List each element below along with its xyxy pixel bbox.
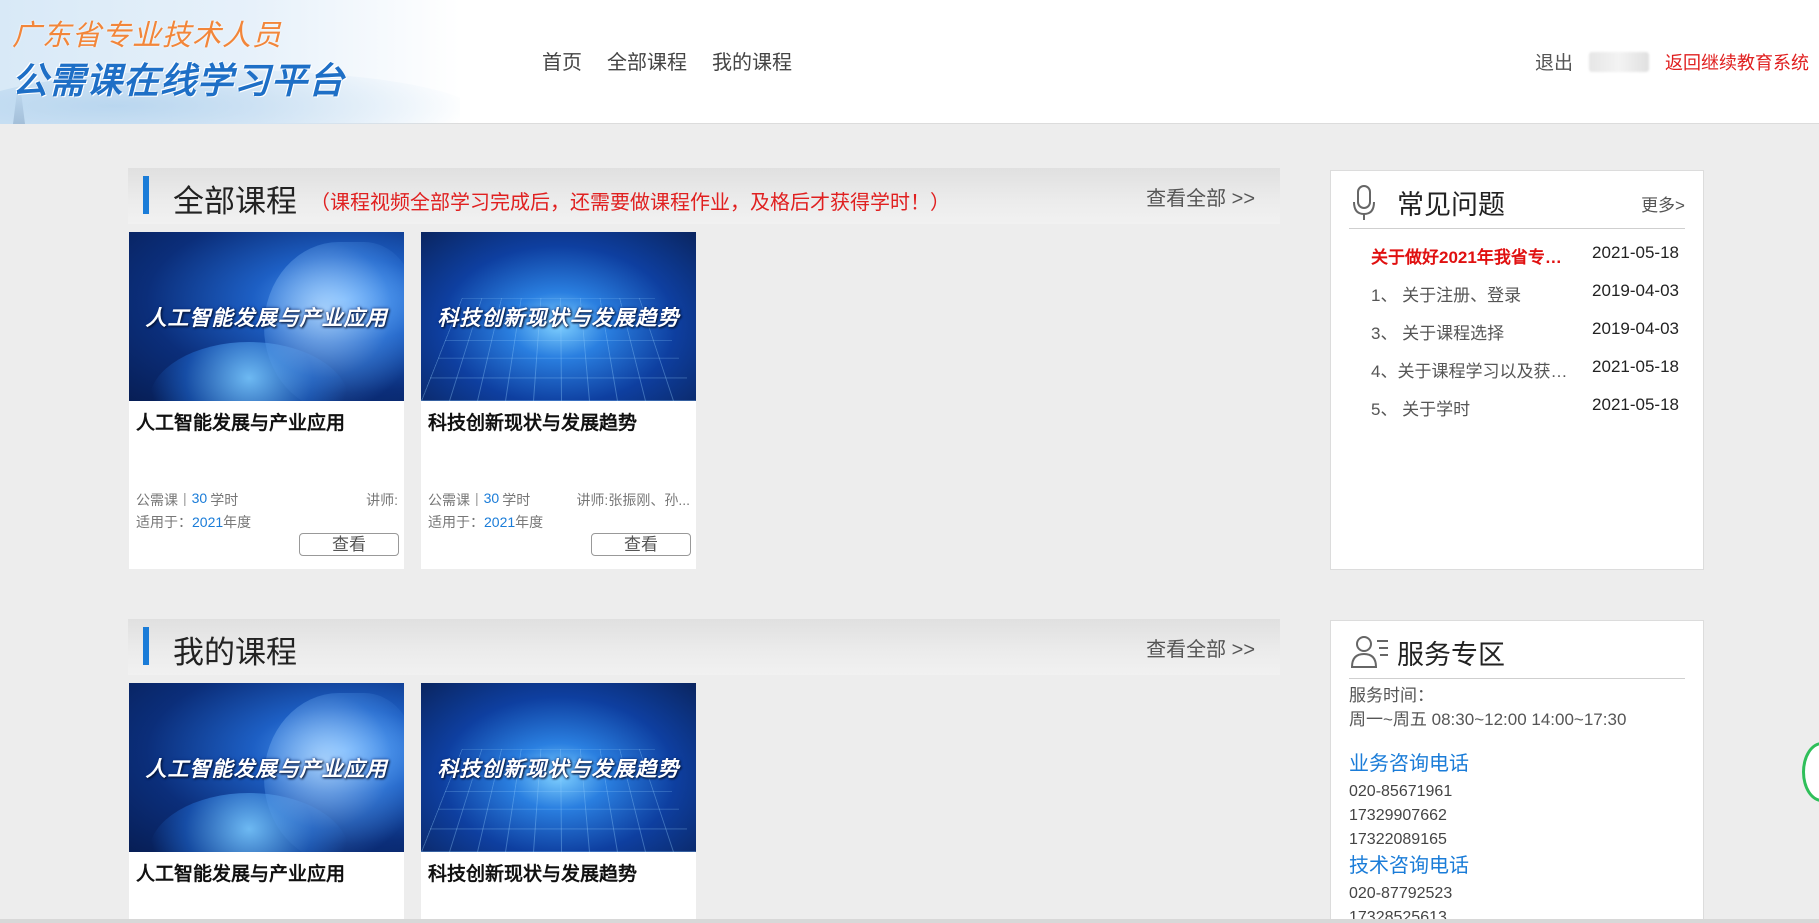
thumbnail-title: 科技创新现状与发展趋势 — [437, 307, 680, 330]
faq-question[interactable]: 关于做好2021年我省专业技术人员公需课 — [1371, 243, 1571, 281]
service-panel: 服务专区 服务时间： 周一~周五 08:30~12:00 14:00~17:30… — [1330, 620, 1704, 923]
person-list-icon — [1351, 636, 1388, 668]
year-value: 2021 — [484, 514, 516, 530]
view-course-button[interactable]: 查看 — [299, 533, 399, 556]
service-time-value: 周一~周五 08:30~12:00 14:00~17:30 — [1349, 710, 1627, 729]
my-courses-view-all-link[interactable]: 查看全部 >> — [1146, 633, 1255, 662]
course-meta: 公需课 | 30 学时 讲师:张振刚、孙... — [428, 490, 690, 510]
course-teacher: 讲师:张振刚、孙... — [576, 492, 690, 508]
course-year: 适用于：2021年度 — [136, 512, 251, 532]
course-thumbnail[interactable]: 科技创新现状与发展趋势 — [421, 232, 696, 401]
course-hours: 30 — [191, 490, 208, 506]
service-header: 服务专区 — [1349, 621, 1685, 679]
meta-separator: | — [183, 490, 187, 506]
course-meta: 公需课 | 30 学时 讲师: — [136, 490, 398, 510]
logo-subtitle: 广东省专业技术人员 — [12, 20, 283, 52]
business-phone-heading: 业务咨询电话 — [1349, 753, 1469, 775]
user-area: 退出 返回继续教育系统 — [1535, 48, 1809, 75]
microphone-icon — [1353, 185, 1375, 220]
course-type: 公需课 — [428, 492, 470, 508]
faq-item[interactable]: 3、 关于课程选择 2019-04-03 — [1371, 319, 1679, 357]
username-blurred[interactable] — [1589, 51, 1649, 72]
all-courses-header: 全部课程 （课程视频全部学习完成后，还需要做课程作业，及格后才获得学时！） 查看… — [128, 168, 1280, 224]
year-unit: 年度 — [515, 514, 544, 530]
floating-widget-button[interactable] — [1802, 742, 1819, 802]
faq-question[interactable]: 4、关于课程学习以及获得学时 — [1371, 357, 1571, 395]
thumbnail-title: 科技创新现状与发展趋势 — [437, 758, 680, 781]
faq-date: 2021-05-18 — [1592, 243, 1679, 262]
business-phone: 020-85671961 — [1349, 783, 1453, 800]
all-courses-view-all-link[interactable]: 查看全部 >> — [1146, 182, 1255, 211]
service-time-label: 服务时间： — [1349, 686, 1434, 705]
header: 广东省专业技术人员 公需课在线学习平台 首页 全部课程 我的课程 退出 返回继续… — [0, 0, 1819, 124]
course-name[interactable]: 科技创新现状与发展趋势 — [428, 859, 637, 886]
course-teacher: 讲师: — [366, 492, 398, 508]
faq-item[interactable]: 5、 关于学时 2021-05-18 — [1371, 395, 1679, 433]
page-bottom-border — [0, 919, 1819, 923]
all-courses-notice: （课程视频全部学习完成后，还需要做课程作业，及格后才获得学时！） — [310, 192, 950, 214]
my-course-card-ai[interactable]: 人工智能发展与产业应用 人工智能发展与产业应用 — [129, 683, 404, 923]
site-logo[interactable]: 广东省专业技术人员 公需课在线学习平台 — [0, 0, 460, 124]
faq-question[interactable]: 3、 关于课程选择 — [1371, 319, 1571, 357]
thumbnail-title: 人工智能发展与产业应用 — [145, 758, 388, 781]
all-courses-title: 全部课程 — [173, 184, 297, 219]
logout-link[interactable]: 退出 — [1535, 48, 1573, 75]
course-name[interactable]: 人工智能发展与产业应用 — [136, 859, 345, 886]
nav-all-courses[interactable]: 全部课程 — [607, 46, 687, 75]
course-thumbnail[interactable]: 科技创新现状与发展趋势 — [421, 683, 696, 852]
business-phone: 17322089165 — [1349, 831, 1447, 848]
course-name[interactable]: 人工智能发展与产业应用 — [136, 408, 345, 435]
my-courses-title: 我的课程 — [173, 635, 297, 670]
course-hours: 30 — [483, 490, 500, 506]
thumbnail-title: 人工智能发展与产业应用 — [145, 307, 388, 330]
course-name[interactable]: 科技创新现状与发展趋势 — [428, 408, 637, 435]
faq-panel: 常见问题 更多> 关于做好2021年我省专业技术人员公需课 2021-05-18… — [1330, 170, 1704, 570]
faq-item[interactable]: 关于做好2021年我省专业技术人员公需课 2021-05-18 — [1371, 243, 1679, 281]
tech-phone-heading: 技术咨询电话 — [1349, 855, 1469, 877]
course-hours-unit: 学时 — [502, 492, 531, 508]
tech-phone: 020-87792523 — [1349, 885, 1453, 902]
faq-item[interactable]: 4、关于课程学习以及获得学时 2021-05-18 — [1371, 357, 1679, 395]
faq-question[interactable]: 5、 关于学时 — [1371, 395, 1571, 433]
faq-date: 2021-05-18 — [1592, 395, 1679, 414]
course-hours-unit: 学时 — [210, 492, 239, 508]
faq-more-link[interactable]: 更多> — [1641, 191, 1685, 216]
course-card-tech[interactable]: 科技创新现状与发展趋势 科技创新现状与发展趋势 公需课 | 30 学时 讲师:张… — [421, 232, 696, 569]
faq-list: 关于做好2021年我省专业技术人员公需课 2021-05-18 1、 关于注册、… — [1371, 243, 1679, 433]
nav-home[interactable]: 首页 — [542, 46, 582, 75]
my-course-card-tech[interactable]: 科技创新现状与发展趋势 科技创新现状与发展趋势 — [421, 683, 696, 923]
year-label: 适用于： — [136, 514, 192, 530]
service-title: 服务专区 — [1397, 640, 1505, 670]
business-phone: 17329907662 — [1349, 807, 1447, 824]
faq-title: 常见问题 — [1397, 190, 1505, 220]
year-unit: 年度 — [223, 514, 252, 530]
course-year: 适用于：2021年度 — [428, 512, 543, 532]
logo-title: 公需课在线学习平台 — [12, 60, 346, 101]
main-nav: 首页 全部课程 我的课程 — [542, 46, 792, 75]
faq-item[interactable]: 1、 关于注册、登录 2019-04-03 — [1371, 281, 1679, 319]
meta-separator: | — [475, 490, 479, 506]
nav-my-courses[interactable]: 我的课程 — [712, 46, 792, 75]
faq-header: 常见问题 更多> — [1349, 171, 1685, 229]
year-label: 适用于： — [428, 514, 484, 530]
course-thumbnail[interactable]: 人工智能发展与产业应用 — [129, 683, 404, 852]
faq-date: 2019-04-03 — [1592, 319, 1679, 338]
back-to-system-link[interactable]: 返回继续教育系统 — [1665, 49, 1809, 75]
year-value: 2021 — [192, 514, 224, 530]
course-card-ai[interactable]: 人工智能发展与产业应用 人工智能发展与产业应用 公需课 | 30 学时 讲师: … — [129, 232, 404, 569]
course-type: 公需课 — [136, 492, 178, 508]
section-accent-bar — [143, 176, 149, 214]
section-accent-bar — [143, 627, 149, 665]
view-course-button[interactable]: 查看 — [591, 533, 691, 556]
course-thumbnail[interactable]: 人工智能发展与产业应用 — [129, 232, 404, 401]
faq-date: 2019-04-03 — [1592, 281, 1679, 300]
my-courses-header: 我的课程 查看全部 >> — [128, 619, 1280, 675]
faq-question[interactable]: 1、 关于注册、登录 — [1371, 281, 1571, 319]
faq-date: 2021-05-18 — [1592, 357, 1679, 376]
